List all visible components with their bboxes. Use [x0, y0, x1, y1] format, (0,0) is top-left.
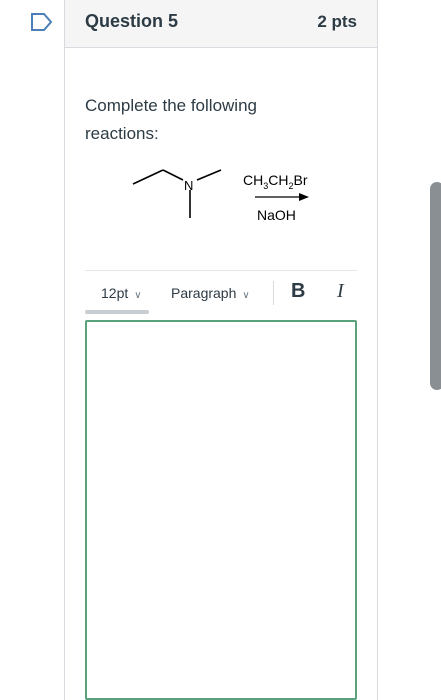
flag-question-icon[interactable] [30, 12, 54, 32]
reaction-scheme: N CH3CH2Br NaOH [125, 160, 365, 240]
answer-editor[interactable] [85, 320, 357, 700]
question-prompt: Complete the following reactions: [85, 96, 257, 143]
chevron-down-icon: ∨ [134, 290, 142, 301]
scrollbar-thumb[interactable] [430, 182, 441, 390]
nitrogen-atom-label: N [184, 178, 193, 193]
italic-button[interactable]: I [337, 280, 344, 303]
block-format-value: Paragraph [171, 285, 237, 301]
reagent-bottom: NaOH [257, 207, 296, 223]
reagent-top: CH3CH2Br [243, 172, 308, 191]
toolbar-focus-indicator [85, 310, 149, 314]
question-points: 2 pts [317, 12, 357, 31]
quiz-page: Question 5 2 pts Complete the following … [0, 0, 441, 700]
font-size-dropdown[interactable]: 12pt ∨ [101, 285, 142, 301]
chevron-down-icon: ∨ [242, 290, 250, 301]
font-size-value: 12pt [101, 285, 129, 301]
reaction-arrow [255, 193, 309, 201]
molecule-structure [132, 169, 222, 218]
editor-toolbar: 12pt ∨ Paragraph ∨ B I [85, 270, 357, 315]
question-card: Question 5 2 pts Complete the following … [64, 0, 378, 700]
block-format-dropdown[interactable]: Paragraph ∨ [171, 285, 250, 301]
question-header: Question 5 2 pts [65, 0, 377, 48]
bold-button[interactable]: B [291, 280, 305, 303]
question-title: Question 5 [85, 11, 179, 31]
toolbar-divider [273, 281, 274, 305]
